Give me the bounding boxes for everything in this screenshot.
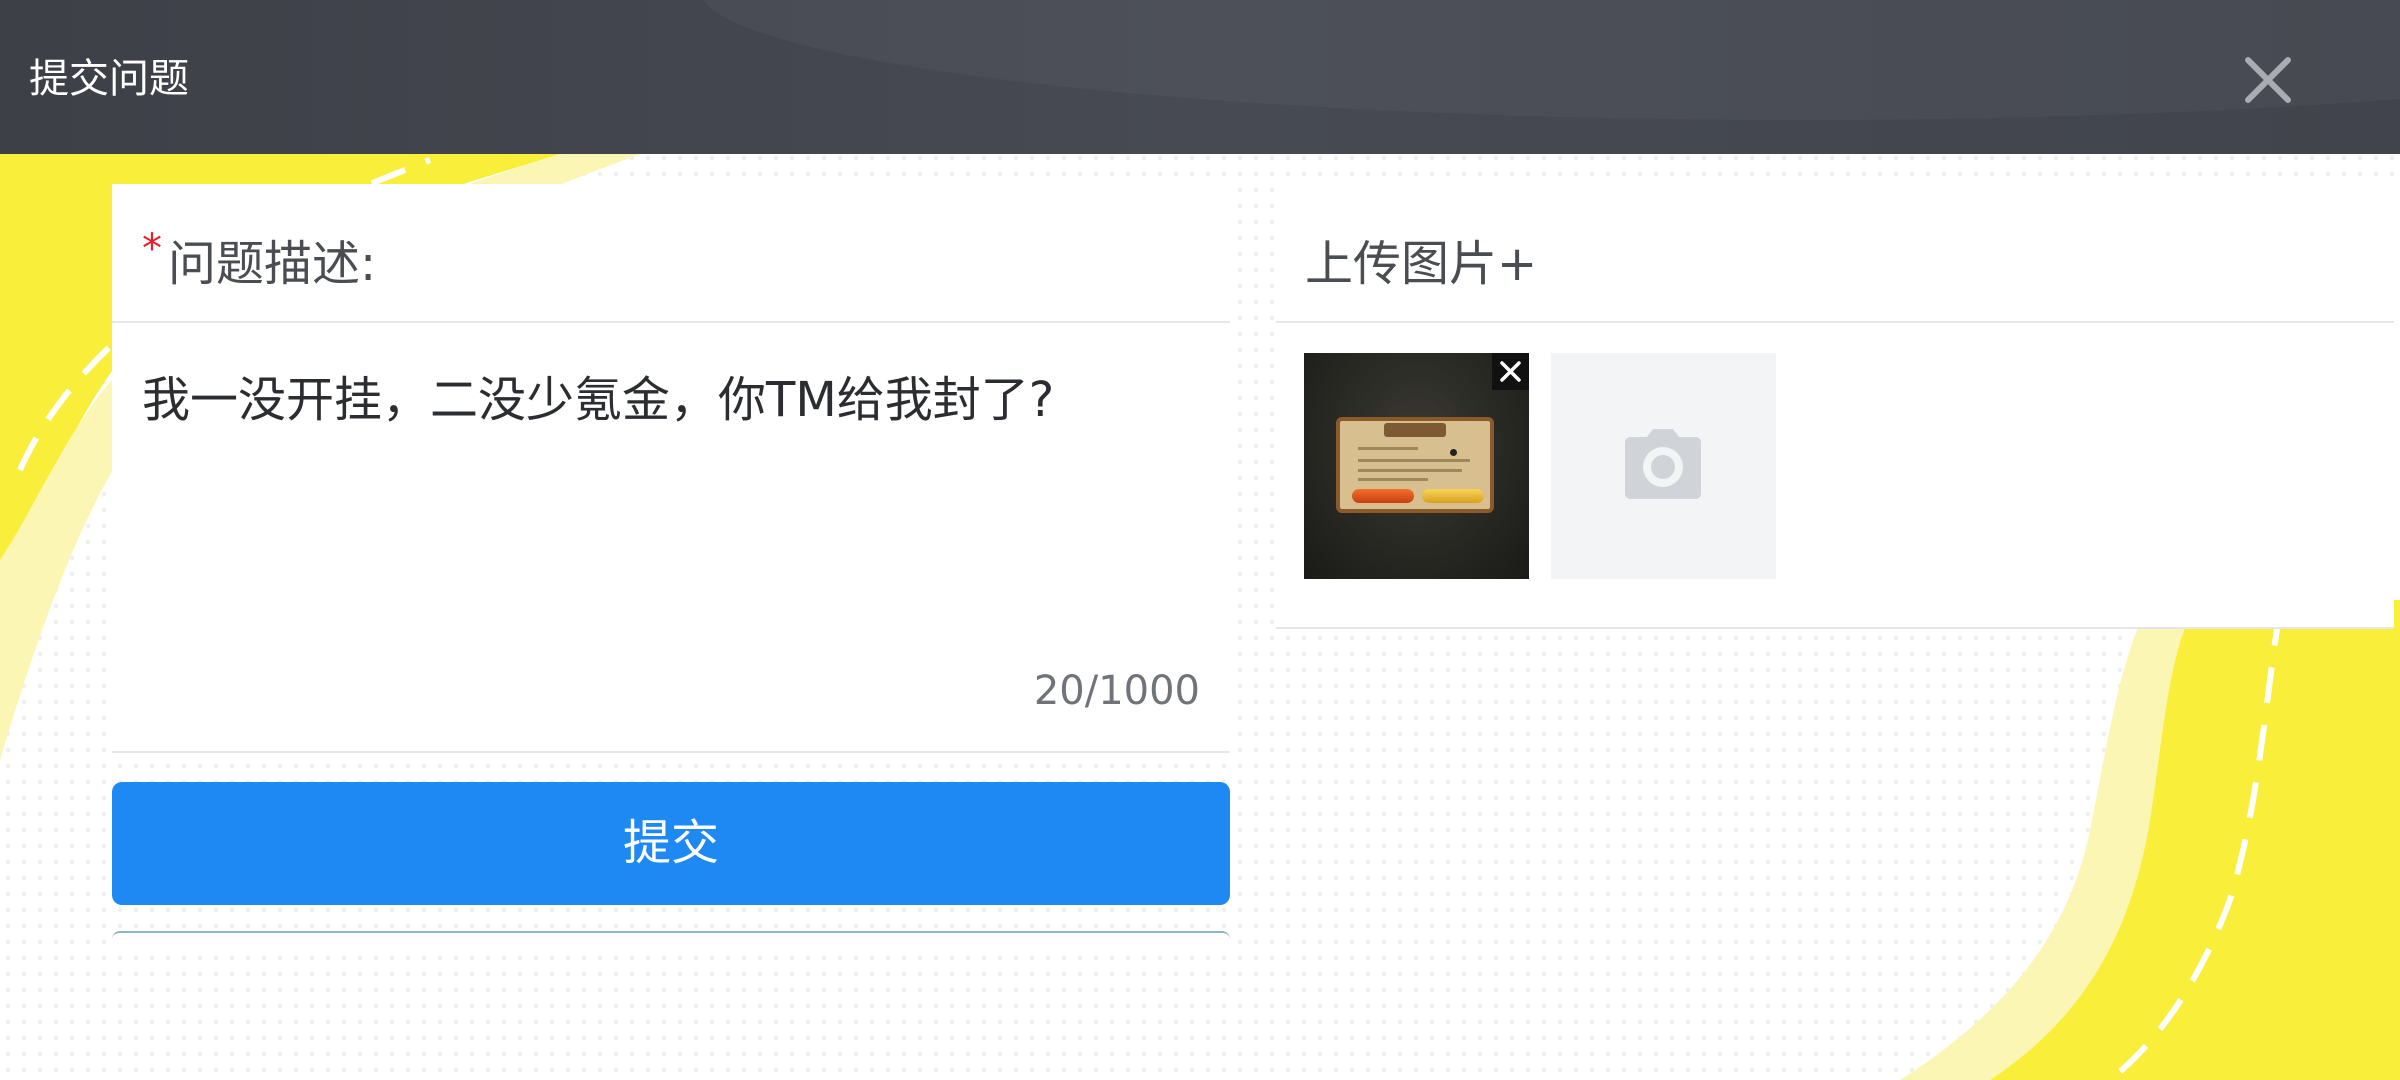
close-icon	[2245, 57, 2291, 103]
divider	[112, 751, 1230, 753]
close-button[interactable]	[2238, 50, 2298, 110]
upload-panel: 上传图片+	[1276, 184, 2394, 629]
required-mark: *	[142, 226, 162, 272]
upload-header: 上传图片+	[1276, 184, 2394, 323]
upload-image-button[interactable]: 上传图片+	[1305, 224, 1537, 294]
thumbnail-game-dialog	[1336, 417, 1494, 513]
close-icon	[1500, 361, 1521, 382]
uploaded-image-thumbnail[interactable]	[1304, 353, 1529, 579]
title-bar: 提交问题	[0, 0, 2400, 154]
header-wave-decoration	[700, 0, 2400, 120]
content-card-edge	[112, 931, 1230, 953]
description-textarea[interactable]: 我一没开挂，二没少氪金，你TM给我封了?	[142, 360, 1054, 430]
description-label: 问题描述:	[168, 236, 377, 292]
page-title: 提交问题	[29, 56, 189, 102]
description-header: * 问题描述:	[112, 184, 1230, 323]
description-panel: * 问题描述: 我一没开挂，二没少氪金，你TM给我封了? 20/1000	[112, 184, 1230, 753]
divider	[1276, 627, 2394, 629]
add-photo-button[interactable]	[1551, 353, 1776, 579]
submit-button[interactable]: 提交	[112, 782, 1230, 905]
remove-image-button[interactable]	[1492, 353, 1529, 390]
character-count: 20/1000	[1033, 668, 1200, 714]
camera-icon	[1625, 429, 1701, 499]
